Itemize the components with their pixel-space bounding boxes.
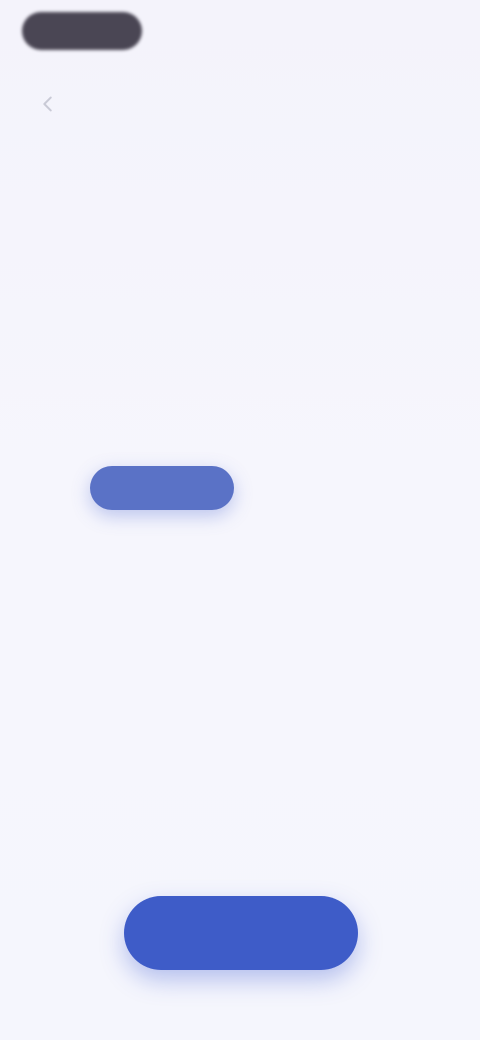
option-5[interactable] bbox=[170, 610, 310, 654]
continue-button[interactable] bbox=[124, 896, 358, 970]
header-title bbox=[190, 20, 290, 40]
app-logo[interactable] bbox=[22, 12, 142, 50]
option-2[interactable] bbox=[262, 466, 372, 510]
header-action-link[interactable] bbox=[382, 20, 446, 40]
option-1[interactable] bbox=[90, 466, 234, 510]
option-4[interactable] bbox=[300, 538, 410, 582]
back-button[interactable] bbox=[28, 84, 68, 124]
top-header bbox=[0, 0, 480, 64]
step-label bbox=[170, 92, 310, 110]
chevron-left-icon bbox=[43, 96, 52, 112]
option-3[interactable] bbox=[76, 538, 252, 582]
